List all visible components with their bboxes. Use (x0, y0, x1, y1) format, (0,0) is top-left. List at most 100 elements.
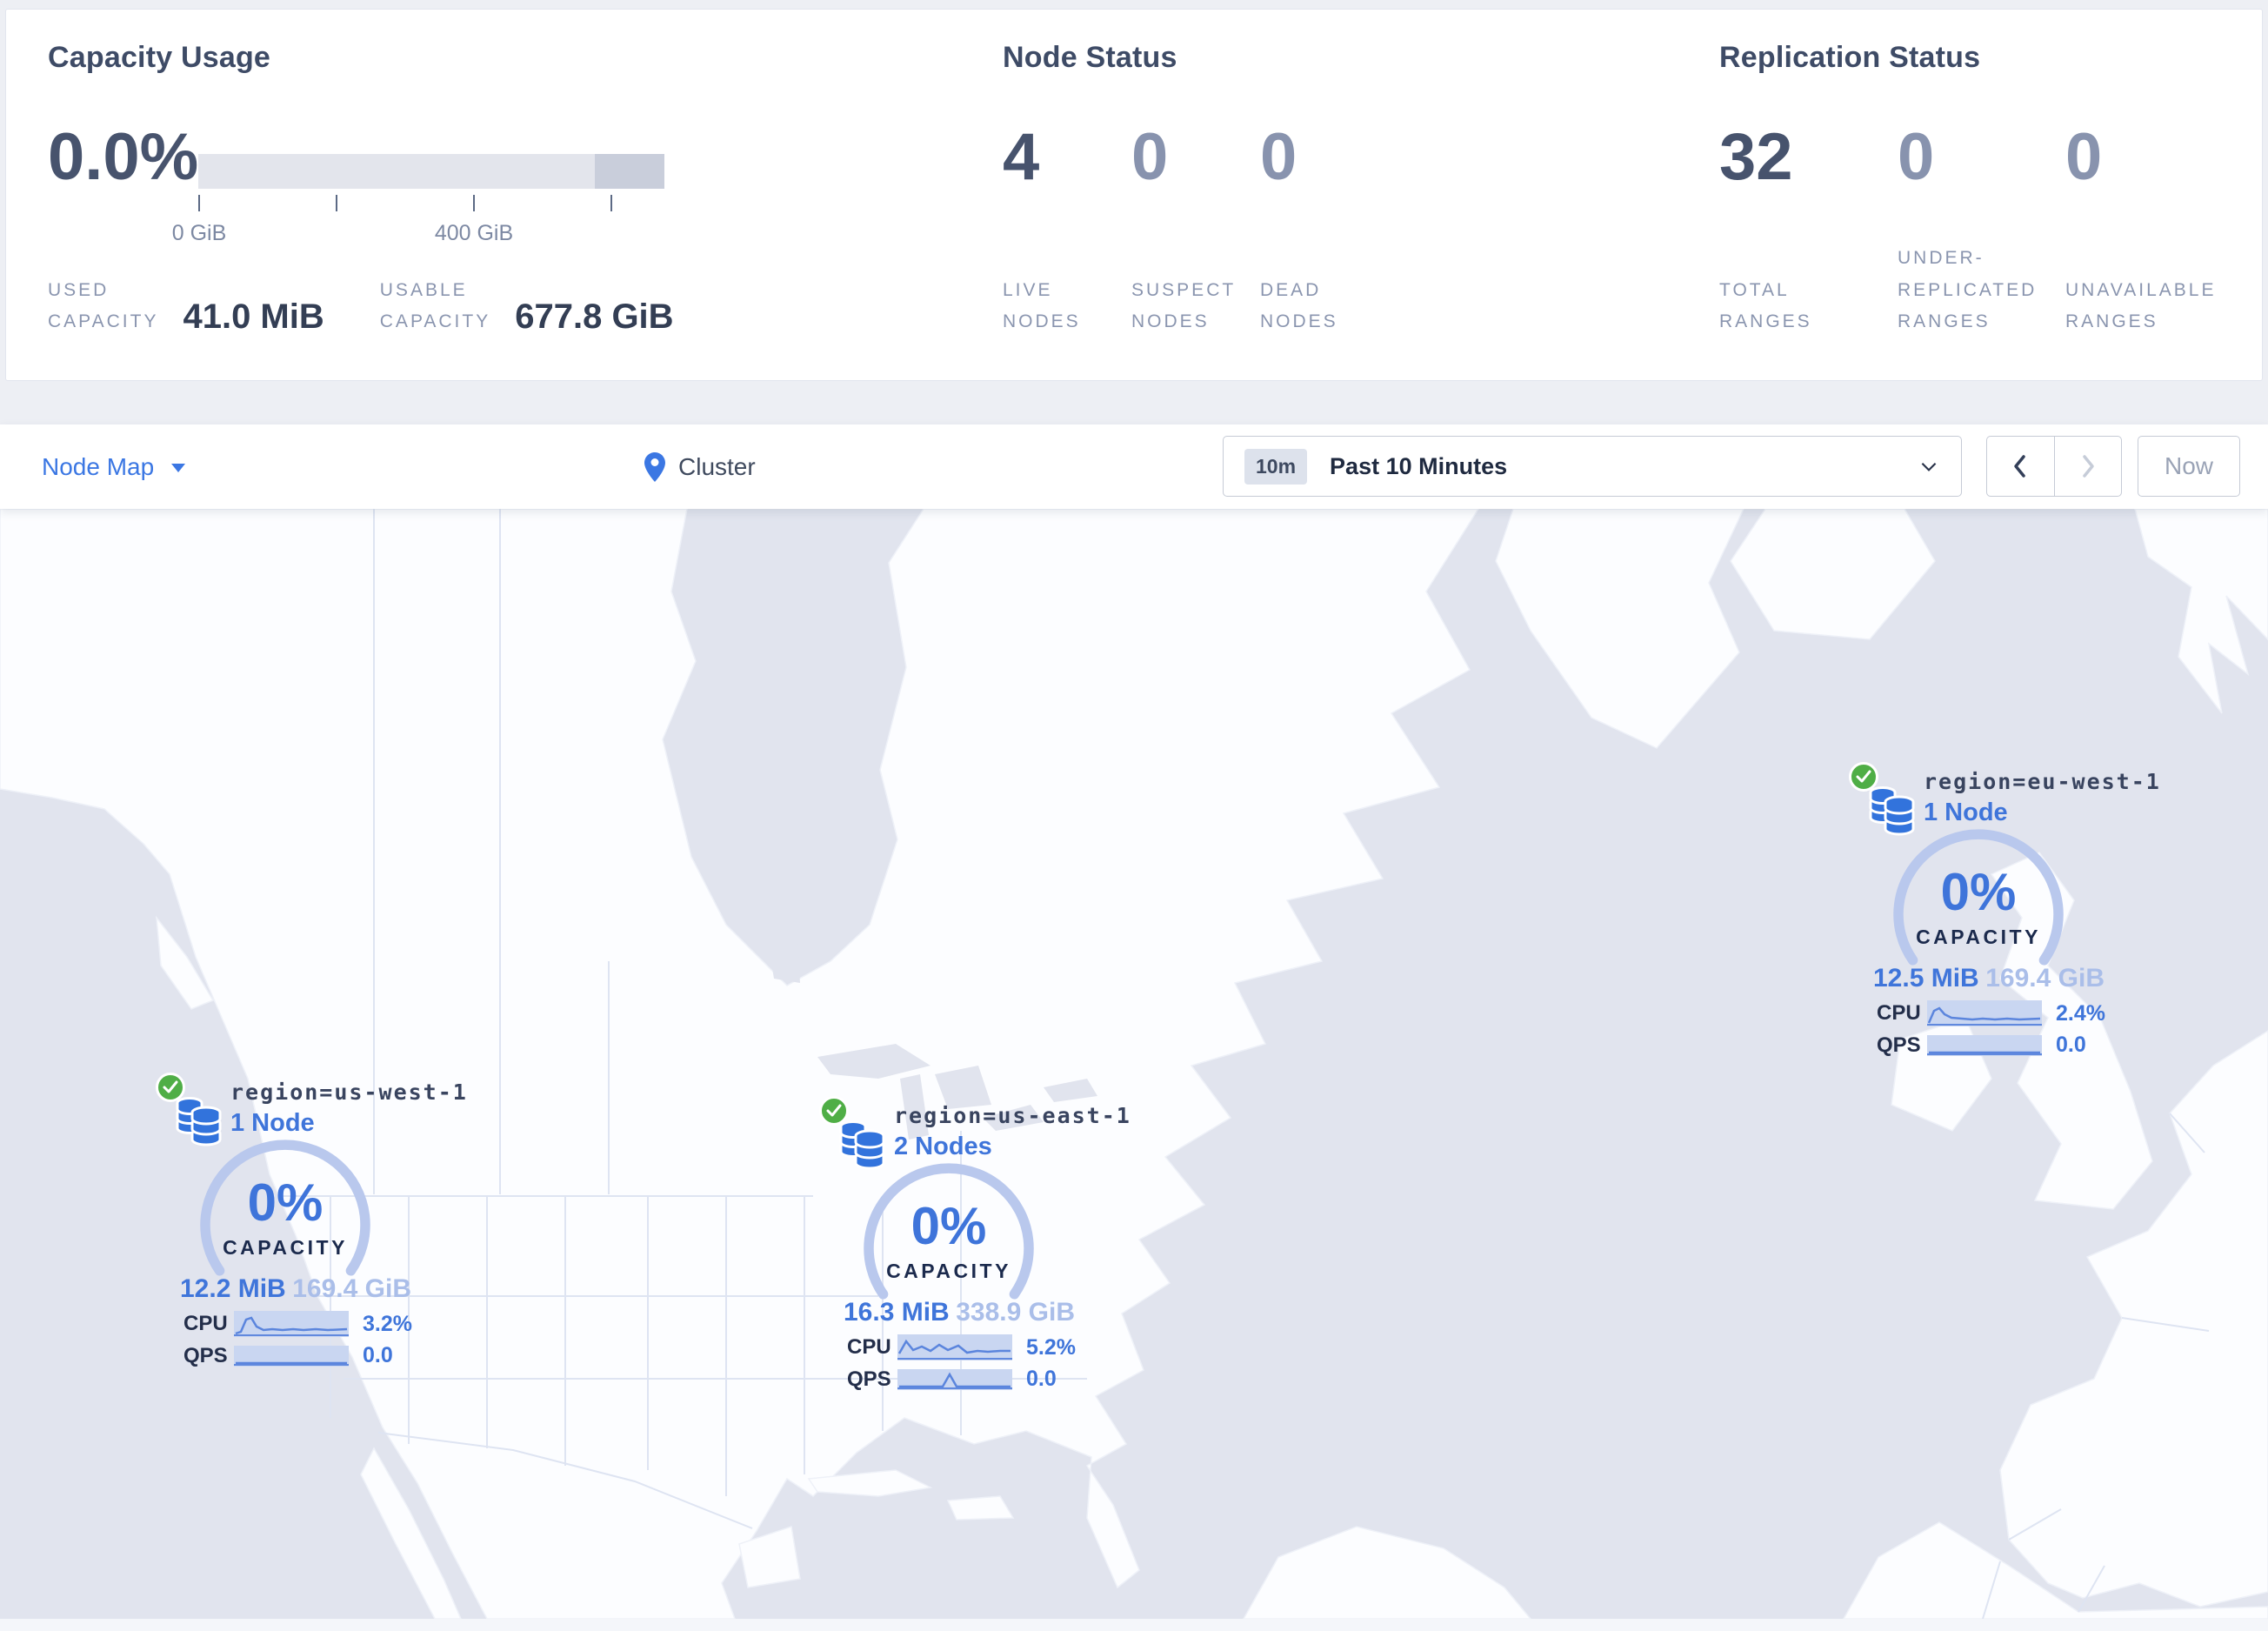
region-locality-label: region=us-east-1 (894, 1103, 1131, 1128)
region-total-capacity: 338.9 GiB (956, 1298, 1075, 1327)
cpu-label: CPU (847, 1335, 891, 1359)
region-capacity-values: 12.2 MiB 169.4 GiB (180, 1274, 411, 1304)
node-map[interactable]: region=us-west-1 1 Node 0% CAPACITY 12.2… (0, 509, 2268, 1619)
axis-tick (610, 195, 612, 211)
region-capacity-values: 16.3 MiB 338.9 GiB (844, 1298, 1075, 1327)
view-mode-label: Node Map (42, 452, 155, 480)
region-marker-us-west-1[interactable]: region=us-west-1 1 Node 0% CAPACITY 12.2… (143, 1066, 474, 1383)
node-status-labels: LIVE NODES SUSPECT NODES DEAD NODES (1003, 275, 1389, 339)
under-replicated-ranges-label: UNDER- REPLICATED RANGES (1898, 247, 2038, 332)
view-mode-dropdown[interactable]: Node Map (42, 424, 186, 509)
replication-status-labels: TOTAL RANGES UNDER- REPLICATED RANGES UN… (1719, 243, 2244, 338)
region-total-capacity: 169.4 GiB (292, 1274, 411, 1303)
time-step-controls (1986, 436, 2122, 497)
region-capacity-percent: 0% (911, 1197, 987, 1255)
capacity-bar-reserved-segment (594, 154, 664, 189)
region-cpu-row: CPU 5.2% (847, 1334, 1076, 1360)
axis-tick (198, 195, 200, 211)
chevron-left-icon (2014, 455, 2025, 478)
capacity-metrics: USED CAPACITY 41.0 MiB USABLE CAPACITY 6… (48, 275, 730, 339)
region-locality-label: region=us-west-1 (230, 1080, 468, 1105)
used-capacity-metric: USED CAPACITY 41.0 MiB (48, 275, 324, 339)
capacity-used-percent: 0.0% (48, 120, 199, 194)
axis-tick (473, 195, 475, 211)
axis-tick-label: 400 GiB (434, 221, 514, 245)
used-capacity-value: 41.0 MiB (183, 297, 324, 336)
used-capacity-label: USED CAPACITY (48, 279, 159, 332)
region-capacity-percent: 0% (1940, 863, 2017, 921)
region-marker-eu-west-1[interactable]: region=eu-west-1 1 Node 0% CAPACITY 12.5… (1837, 755, 2167, 1073)
region-capacity-percent: 0% (247, 1173, 324, 1232)
next-time-window-button[interactable] (2055, 437, 2122, 496)
replication-status-values: 32 0 0 (1719, 124, 2244, 191)
breadcrumb[interactable]: Cluster (644, 424, 756, 509)
region-qps-row: QPS 0.0 (1877, 1033, 2086, 1058)
qps-label: QPS (847, 1367, 891, 1391)
cpu-value: 2.4% (2056, 1000, 2105, 1026)
node-status-panel: Node Status 4 0 0 LIVE NODES SUSPECT NOD… (1003, 10, 1664, 382)
region-used-capacity: 16.3 MiB (844, 1298, 950, 1327)
suspect-nodes-count: 0 (1131, 120, 1169, 194)
region-qps-row: QPS 0.0 (183, 1343, 393, 1368)
dead-nodes-label: DEAD NODES (1260, 279, 1338, 332)
region-qps-row: QPS 0.0 (847, 1367, 1057, 1392)
cluster-overview-page: Capacity Usage 0.0% 0 GiB 400 GiB USED C… (0, 0, 2268, 1631)
dead-nodes-count: 0 (1260, 120, 1297, 194)
qps-label: QPS (183, 1343, 228, 1367)
now-button[interactable]: Now (2138, 436, 2240, 497)
location-pin-icon (644, 451, 665, 482)
replication-status-title: Replication Status (1719, 41, 1981, 74)
cluster-summary-card: Capacity Usage 0.0% 0 GiB 400 GiB USED C… (5, 9, 2263, 381)
suspect-nodes-label: SUSPECT NODES (1131, 279, 1237, 332)
region-total-capacity: 169.4 GiB (1985, 964, 2105, 993)
region-capacity-values: 12.5 MiB 169.4 GiB (1873, 964, 2105, 993)
qps-value: 0.0 (1026, 1367, 1057, 1391)
cpu-sparkline (234, 1311, 349, 1337)
capacity-label: CAPACITY (1916, 926, 2041, 948)
cpu-value: 5.2% (1026, 1334, 1076, 1360)
region-locality-label: region=eu-west-1 (1924, 769, 2161, 794)
capacity-label: CAPACITY (223, 1236, 348, 1259)
region-marker-us-east-1[interactable]: region=us-east-1 2 Nodes 0% CAPACITY 16.… (807, 1089, 1137, 1407)
under-replicated-ranges-count: 0 (1898, 120, 1935, 194)
capacity-gauge-center: 0% CAPACITY (862, 1200, 1036, 1283)
prev-time-window-button[interactable] (1987, 437, 2055, 496)
page-background-strip (0, 1619, 2268, 1631)
replication-status-panel: Replication Status 32 0 0 TOTAL RANGES U… (1719, 10, 2258, 382)
usable-capacity-value: 677.8 GiB (515, 297, 674, 336)
caret-down-icon (171, 464, 186, 472)
total-ranges-label: TOTAL RANGES (1719, 279, 1812, 332)
region-used-capacity: 12.2 MiB (180, 1274, 286, 1303)
cpu-label: CPU (183, 1312, 228, 1335)
live-nodes-count: 4 (1003, 120, 1040, 194)
usable-capacity-metric: USABLE CAPACITY 677.8 GiB (380, 275, 674, 339)
capacity-usage-title: Capacity Usage (48, 41, 271, 74)
breadcrumb-label: Cluster (678, 452, 756, 480)
unavailable-ranges-count: 0 (2065, 120, 2103, 194)
region-cpu-row: CPU 3.2% (183, 1311, 412, 1337)
time-range-badge: 10m (1244, 448, 1308, 485)
capacity-gauge-center: 0% CAPACITY (198, 1177, 372, 1260)
chevron-down-icon (1921, 462, 1937, 471)
cpu-sparkline (897, 1334, 1012, 1360)
cpu-value: 3.2% (363, 1311, 412, 1336)
chevron-right-icon (2083, 455, 2094, 478)
axis-tick-label: 0 GiB (171, 221, 227, 245)
qps-value: 0.0 (2056, 1033, 2086, 1057)
usable-capacity-label: USABLE CAPACITY (379, 279, 491, 332)
cpu-sparkline (1927, 1000, 2042, 1026)
qps-value: 0.0 (363, 1343, 393, 1367)
cpu-label: CPU (1877, 1001, 1921, 1025)
node-status-values: 4 0 0 (1003, 124, 1389, 191)
capacity-usage-panel: Capacity Usage 0.0% 0 GiB 400 GiB USED C… (48, 10, 987, 382)
capacity-label: CAPACITY (886, 1260, 1011, 1282)
capacity-bar-track (198, 154, 664, 189)
axis-tick (336, 195, 337, 211)
region-cpu-row: CPU 2.4% (1877, 1000, 2105, 1026)
region-used-capacity: 12.5 MiB (1873, 964, 1979, 993)
time-range-label: Past 10 Minutes (1330, 452, 1508, 479)
time-window-dropdown[interactable]: 10m Past 10 Minutes (1223, 436, 1962, 497)
live-nodes-label: LIVE NODES (1003, 279, 1081, 332)
qps-sparkline (897, 1368, 1012, 1390)
capacity-bar-chart: 0 GiB 400 GiB (172, 154, 664, 250)
